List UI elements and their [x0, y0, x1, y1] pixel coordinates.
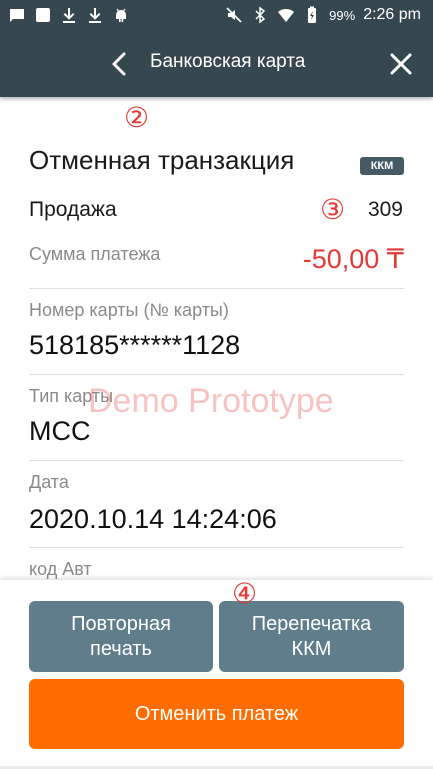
amount-value: -50,00 ₸ [302, 244, 404, 274]
cancel-payment-label: Отменить платеж [134, 702, 299, 725]
battery-level: 99% [329, 7, 356, 23]
date-value: 2020.10.14 14:24:06 [29, 504, 277, 534]
reprint-button[interactable]: Повторная печать [29, 601, 213, 672]
reprint-label-line1: Повторная [71, 612, 171, 635]
android-icon [112, 6, 130, 24]
cancel-payment-button[interactable]: Отменить платеж [29, 679, 404, 749]
close-icon [390, 53, 412, 75]
download-icon [60, 6, 78, 24]
kkm-badge: ККМ [360, 157, 404, 175]
reprint-kkm-label-line2: ККМ [291, 637, 332, 660]
transaction-number: 309 [367, 198, 403, 221]
bluetooth-icon [251, 6, 269, 24]
mute-icon [225, 6, 243, 24]
annotation-marker-4: ④ [232, 578, 258, 609]
clock: 2:26 pm [363, 6, 421, 23]
reprint-label-line2: печать [90, 637, 152, 660]
transaction-title: Отменная транзакция [29, 145, 295, 175]
chevron-left-icon [112, 52, 126, 76]
card-number-label: Номер карты (№ карты) [29, 300, 229, 320]
date-label: Дата [29, 472, 69, 492]
close-button[interactable] [381, 44, 421, 84]
card-number-value: 518185******1128 [29, 330, 241, 360]
back-button[interactable] [102, 44, 136, 84]
reprint-kkm-button[interactable]: Перепечатка ККМ [219, 601, 404, 672]
reprint-kkm-label-line1: Перепечатка [251, 612, 372, 635]
annotation-marker-3: ③ [320, 194, 346, 225]
card-type-label: Тип карты [29, 386, 114, 406]
card-type-row: Тип карты MCC [29, 374, 404, 461]
message-icon [8, 6, 26, 24]
status-bar: 99% 2:26 pm [0, 0, 433, 30]
auth-code-label: код Авт [29, 559, 92, 579]
card-number-row: Номер карты (№ карты) 518185******1128 [29, 288, 404, 375]
annotation-marker-2: ② [124, 102, 150, 133]
action-panel: Повторная печать Перепечатка ККМ Отменит… [0, 580, 433, 769]
square-icon [34, 6, 52, 24]
card-type-value: MCC [29, 416, 91, 446]
date-row: Дата 2020.10.14 14:24:06 [29, 460, 404, 548]
page-title: Банковская карта [150, 51, 306, 72]
amount-label: Сумма платежа [29, 244, 161, 264]
app-header: Банковская карта [0, 30, 433, 97]
download-icon [86, 6, 104, 24]
battery-icon [303, 6, 321, 24]
operation-type: Продажа [29, 198, 117, 221]
wifi-icon [277, 6, 295, 24]
